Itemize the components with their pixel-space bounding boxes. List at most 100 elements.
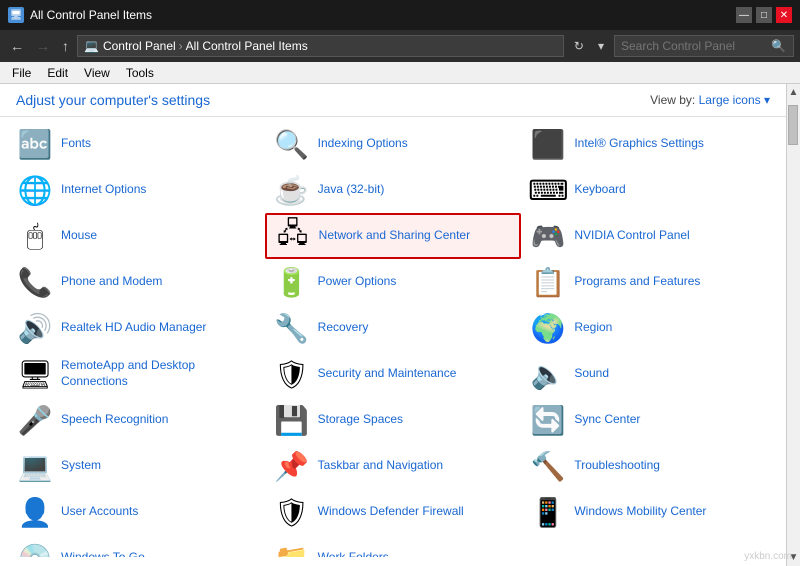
app-icon: 🖥 [8, 7, 24, 23]
refresh-button[interactable]: ↻ [568, 37, 590, 55]
storage-label: Storage Spaces [318, 412, 403, 428]
realtek-label: Realtek HD Audio Manager [61, 320, 206, 336]
search-icon-button[interactable]: 🔍 [771, 39, 786, 53]
internet-options-icon: 🌐 [17, 172, 53, 208]
grid-item-region[interactable]: 🌍 Region [521, 305, 778, 351]
view-by-value[interactable]: Large icons ▾ [699, 93, 770, 107]
user-accounts-icon: 👤 [17, 494, 53, 530]
up-button[interactable]: ↑ [58, 36, 73, 56]
grid-item-windows-mobility[interactable]: 📱 Windows Mobility Center [521, 489, 778, 535]
remoteapp-label: RemoteApp and Desktop Connections [61, 358, 256, 389]
grid-item-intel-graphics[interactable]: ⬛Intel® Graphics Settings [521, 121, 778, 167]
scroll-thumb[interactable] [788, 105, 798, 145]
down-arrow-button[interactable]: ▾ [592, 37, 610, 55]
grid-item-remoteapp[interactable]: 🖥 RemoteApp and Desktop Connections [8, 351, 265, 397]
grid-item-troubleshooting[interactable]: 🔨Troubleshooting [521, 443, 778, 489]
speech-icon: 🎤 [17, 402, 53, 438]
minimize-button[interactable]: — [736, 7, 752, 23]
menu-tools[interactable]: Tools [118, 64, 162, 82]
items-grid: 🔤Fonts🔍 Indexing Options ⬛Intel® Graphics … [0, 117, 786, 557]
nvidia-label: NVIDIA Control Panel [574, 228, 689, 244]
grid-item-sync[interactable]: 🔄 Sync Center [521, 397, 778, 443]
grid-item-programs[interactable]: 📋Programs and Features [521, 259, 778, 305]
windows-to-go-icon: 💿 [17, 540, 53, 557]
grid-item-fonts[interactable]: 🔤Fonts [8, 121, 265, 167]
view-by-control[interactable]: View by: Large icons ▾ [650, 93, 770, 107]
security-icon: 🛡 [274, 356, 310, 392]
java-icon: ☕ [274, 172, 310, 208]
sync-label: Sync Center [574, 412, 640, 428]
internet-options-label: Internet Options [61, 182, 146, 198]
menu-edit[interactable]: Edit [39, 64, 76, 82]
grid-item-mouse[interactable]: 🖱Mouse [8, 213, 265, 259]
storage-icon: 💾 [274, 402, 310, 438]
indexing-label: Indexing Options [318, 136, 408, 152]
fonts-label: Fonts [61, 136, 91, 152]
taskbar-icon: 📌 [274, 448, 310, 484]
phone-modem-icon: 📞 [17, 264, 53, 300]
scroll-track[interactable] [787, 101, 800, 549]
maximize-button[interactable]: □ [756, 7, 772, 23]
close-button[interactable]: ✕ [776, 7, 792, 23]
nvidia-icon: 🎮 [530, 218, 566, 254]
security-label: Security and Maintenance [318, 366, 457, 382]
grid-item-windows-to-go[interactable]: 💿Windows To Go [8, 535, 265, 557]
path-segment-2[interactable]: All Control Panel Items [186, 39, 308, 53]
grid-item-work-folders[interactable]: 📁Work Folders [265, 535, 522, 557]
region-icon: 🌍 [530, 310, 566, 346]
grid-item-indexing[interactable]: 🔍 Indexing Options [265, 121, 522, 167]
programs-label: Programs and Features [574, 274, 700, 290]
menu-view[interactable]: View [76, 64, 118, 82]
speech-label: Speech Recognition [61, 412, 168, 428]
main-area: Adjust your computer's settings View by:… [0, 84, 800, 566]
path-segment-1[interactable]: Control Panel [103, 39, 176, 53]
menu-file[interactable]: File [4, 64, 39, 82]
scrollbar[interactable]: ▲ ▼ [786, 84, 800, 566]
grid-item-sound[interactable]: 🔈Sound [521, 351, 778, 397]
grid-item-power[interactable]: 🔋Power Options [265, 259, 522, 305]
view-by-label: View by: [650, 93, 695, 107]
troubleshooting-label: Troubleshooting [574, 458, 660, 474]
grid-item-system[interactable]: 💻 System [8, 443, 265, 489]
sync-icon: 🔄 [530, 402, 566, 438]
grid-item-storage[interactable]: 💾 Storage Spaces [265, 397, 522, 443]
remoteapp-icon: 🖥 [17, 356, 53, 392]
windows-mobility-label: Windows Mobility Center [574, 504, 706, 520]
grid-item-user-accounts[interactable]: 👤User Accounts [8, 489, 265, 535]
search-input[interactable] [621, 39, 771, 53]
grid-item-nvidia[interactable]: 🎮 NVIDIA Control Panel [521, 213, 778, 259]
grid-item-recovery[interactable]: 🔧Recovery [265, 305, 522, 351]
grid-item-phone-modem[interactable]: 📞Phone and Modem [8, 259, 265, 305]
grid-item-security[interactable]: 🛡 Security and Maintenance [265, 351, 522, 397]
windows-mobility-icon: 📱 [530, 494, 566, 530]
system-icon: 💻 [17, 448, 53, 484]
grid-item-java[interactable]: ☕ Java (32-bit) [265, 167, 522, 213]
title-bar: 🖥 All Control Panel Items — □ ✕ [0, 0, 800, 30]
search-box[interactable]: 🔍 [614, 35, 794, 57]
sound-icon: 🔈 [530, 356, 566, 392]
grid-item-realtek[interactable]: 🔊Realtek HD Audio Manager [8, 305, 265, 351]
grid-item-network-sharing[interactable]: 🖧Network and Sharing Center [265, 213, 522, 259]
network-sharing-label: Network and Sharing Center [319, 228, 470, 244]
grid-item-internet-options[interactable]: 🌐 Internet Options [8, 167, 265, 213]
path-icon: 💻 [84, 39, 99, 53]
content-area: Adjust your computer's settings View by:… [0, 84, 786, 566]
work-folders-icon: 📁 [274, 540, 310, 557]
intel-graphics-label: Intel® Graphics Settings [574, 136, 704, 152]
power-label: Power Options [318, 274, 397, 290]
java-label: Java (32-bit) [318, 182, 385, 198]
grid-item-speech[interactable]: 🎤 Speech Recognition [8, 397, 265, 443]
forward-button[interactable]: → [32, 36, 54, 56]
back-button[interactable]: ← [6, 36, 28, 56]
window-controls: — □ ✕ [736, 7, 792, 23]
scroll-up-arrow[interactable]: ▲ [786, 84, 800, 101]
system-label: System [61, 458, 101, 474]
region-label: Region [574, 320, 612, 336]
grid-item-taskbar[interactable]: 📌Taskbar and Navigation [265, 443, 522, 489]
address-bar: ← → ↑ 💻 Control Panel › All Control Pane… [0, 30, 800, 62]
grid-item-windows-defender[interactable]: 🛡Windows Defender Firewall [265, 489, 522, 535]
indexing-icon: 🔍 [274, 126, 310, 162]
address-path[interactable]: 💻 Control Panel › All Control Panel Item… [77, 35, 564, 57]
page-title: Adjust your computer's settings [16, 92, 210, 108]
grid-item-keyboard[interactable]: ⌨Keyboard [521, 167, 778, 213]
